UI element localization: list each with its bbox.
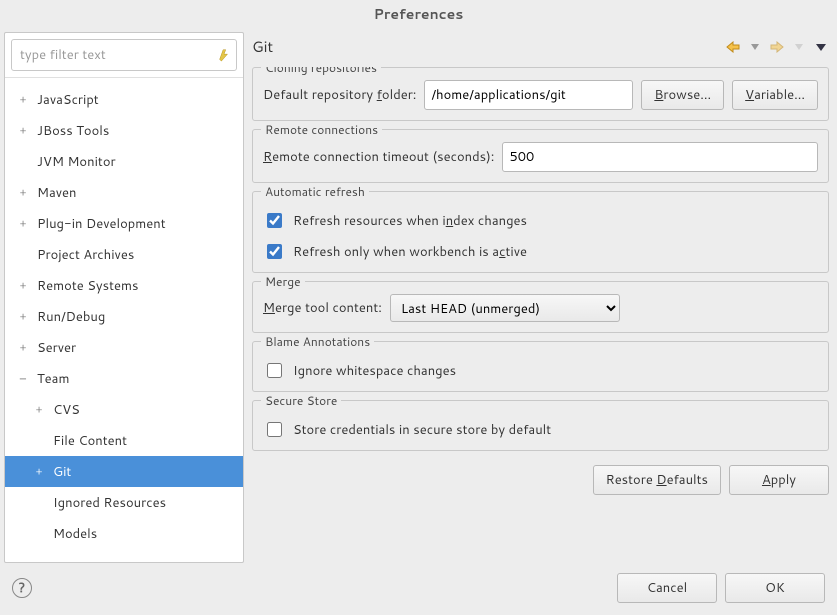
tree-item[interactable]: JVM Monitor (5, 146, 243, 177)
expand-icon[interactable]: + (15, 123, 31, 139)
tree-item-label: CVS (53, 401, 243, 419)
group-blame-legend: Blame Annotations (261, 333, 374, 350)
tree-item-label: Maven (37, 184, 243, 202)
content-scroll: Cloning repositories Default repository … (248, 67, 833, 563)
expand-icon[interactable]: + (15, 216, 31, 232)
tree-item-label: Server (37, 339, 243, 357)
tree-toggle-spacer (31, 433, 47, 449)
tree-item[interactable]: + Server (5, 332, 243, 363)
group-secure: Secure Store Store credentials in secure… (252, 400, 829, 451)
tree-item[interactable]: File Content (5, 425, 243, 456)
tree-item-label: Ignored Resources (53, 494, 243, 512)
tree-item[interactable]: + Git (5, 456, 243, 487)
default-folder-input[interactable] (424, 80, 633, 110)
forward-menu-icon[interactable] (791, 39, 807, 55)
filter-input[interactable] (11, 39, 237, 71)
expand-icon[interactable]: + (15, 92, 31, 108)
tree-toggle-spacer (15, 247, 31, 263)
forward-button[interactable] (769, 39, 785, 55)
refresh-active-label: Refresh only when workbench is active (293, 243, 527, 261)
tree-item-label: Project Archives (37, 246, 243, 264)
view-menu-icon[interactable] (813, 39, 829, 55)
preferences-window: Preferences + JavaScript + JBoss Tools JVM M… (0, 0, 837, 615)
tree-item-label: Git (53, 463, 243, 481)
secure-store-checkbox[interactable] (267, 422, 282, 437)
expand-icon[interactable]: + (15, 309, 31, 325)
back-button[interactable] (725, 39, 741, 55)
tree-item[interactable]: + Remote Systems (5, 270, 243, 301)
default-folder-label: Default repository folder: (263, 86, 416, 104)
tree-item[interactable]: + Maven (5, 177, 243, 208)
ok-button[interactable]: OK (725, 573, 825, 603)
tree-item-label: Run/Debug (37, 308, 243, 326)
expand-icon[interactable]: + (15, 340, 31, 356)
help-icon[interactable]: ? (12, 578, 32, 598)
group-merge-legend: Merge (261, 273, 305, 290)
ignore-whitespace-label: Ignore whitespace changes (293, 362, 456, 380)
tree-item-label: JavaScript (37, 91, 243, 109)
page-button-bar: Restore Defaults Apply (248, 459, 833, 497)
cancel-button[interactable]: Cancel (617, 573, 717, 603)
expand-icon[interactable]: + (31, 464, 47, 480)
merge-tool-label: Merge tool content: (263, 299, 382, 317)
refresh-index-checkbox[interactable] (267, 213, 282, 228)
tree-item-label: Plug-in Development (37, 215, 243, 233)
tree-item-label: File Content (53, 432, 243, 450)
tree-item[interactable]: + Plug-in Development (5, 208, 243, 239)
filter-wrap (5, 33, 243, 78)
ignore-whitespace-checkbox[interactable] (267, 363, 282, 378)
tree-item[interactable]: Project Archives (5, 239, 243, 270)
tree-item-label: Remote Systems (37, 277, 243, 295)
group-blame: Blame Annotations Ignore whitespace chan… (252, 341, 829, 392)
secure-store-label: Store credentials in secure store by def… (293, 421, 551, 439)
group-remote-legend: Remote connections (261, 121, 382, 138)
sidebar: + JavaScript + JBoss Tools JVM Monitor + Maven… (4, 32, 244, 563)
preferences-tree[interactable]: + JavaScript + JBoss Tools JVM Monitor + Maven… (5, 78, 243, 562)
tree-toggle-spacer (31, 495, 47, 511)
page-title: Git (252, 36, 725, 57)
group-refresh-legend: Automatic refresh (261, 183, 369, 200)
group-refresh: Automatic refresh Refresh resources when… (252, 191, 829, 273)
tree-item[interactable]: −Team (5, 363, 243, 394)
tree-item[interactable]: Ignored Resources (5, 487, 243, 518)
group-secure-legend: Secure Store (261, 392, 341, 409)
merge-tool-combo[interactable]: Last HEAD (unmerged) (390, 294, 620, 322)
content-header: Git (248, 32, 833, 67)
dialog-body: + JavaScript + JBoss Tools JVM Monitor + Maven… (0, 32, 837, 563)
remote-timeout-label: Remote connection timeout (seconds): (263, 148, 494, 166)
restore-defaults-button[interactable]: Restore Defaults (593, 465, 721, 495)
apply-button[interactable]: Apply (729, 465, 829, 495)
tree-item[interactable]: + Run/Debug (5, 301, 243, 332)
refresh-active-checkbox[interactable] (267, 244, 282, 259)
tree-item-label: Models (53, 525, 243, 543)
tree-item-label: JBoss Tools (37, 122, 243, 140)
back-menu-icon[interactable] (747, 39, 763, 55)
tree-item-label: JVM Monitor (37, 153, 243, 171)
expand-icon[interactable]: + (31, 402, 47, 418)
tree-item[interactable]: + JBoss Tools (5, 115, 243, 146)
tree-item-label: Team (37, 370, 243, 388)
nav-arrows (725, 39, 829, 55)
expand-icon[interactable]: + (15, 185, 31, 201)
tree-toggle-spacer (15, 154, 31, 170)
content-pane: Git (248, 32, 833, 563)
group-clone: Cloning repositories Default repository … (252, 67, 829, 121)
tree-item[interactable]: Models (5, 518, 243, 549)
group-remote: Remote connections Remote connection tim… (252, 129, 829, 183)
browse-button[interactable]: Browse... (641, 80, 724, 110)
group-clone-legend: Cloning repositories (261, 67, 381, 76)
tree-toggle-spacer (31, 526, 47, 542)
refresh-index-label: Refresh resources when index changes (293, 212, 527, 230)
window-title: Preferences (0, 0, 837, 32)
tree-item[interactable]: + CVS (5, 394, 243, 425)
tree-item[interactable]: + JavaScript (5, 84, 243, 115)
remote-timeout-input[interactable] (502, 142, 818, 172)
collapse-icon[interactable]: − (15, 371, 31, 387)
variable-button[interactable]: Variable... (732, 80, 818, 110)
dialog-footer: ? Cancel OK (0, 563, 837, 615)
expand-icon[interactable]: + (15, 278, 31, 294)
group-merge: Merge Merge tool content: Last HEAD (unm… (252, 281, 829, 333)
